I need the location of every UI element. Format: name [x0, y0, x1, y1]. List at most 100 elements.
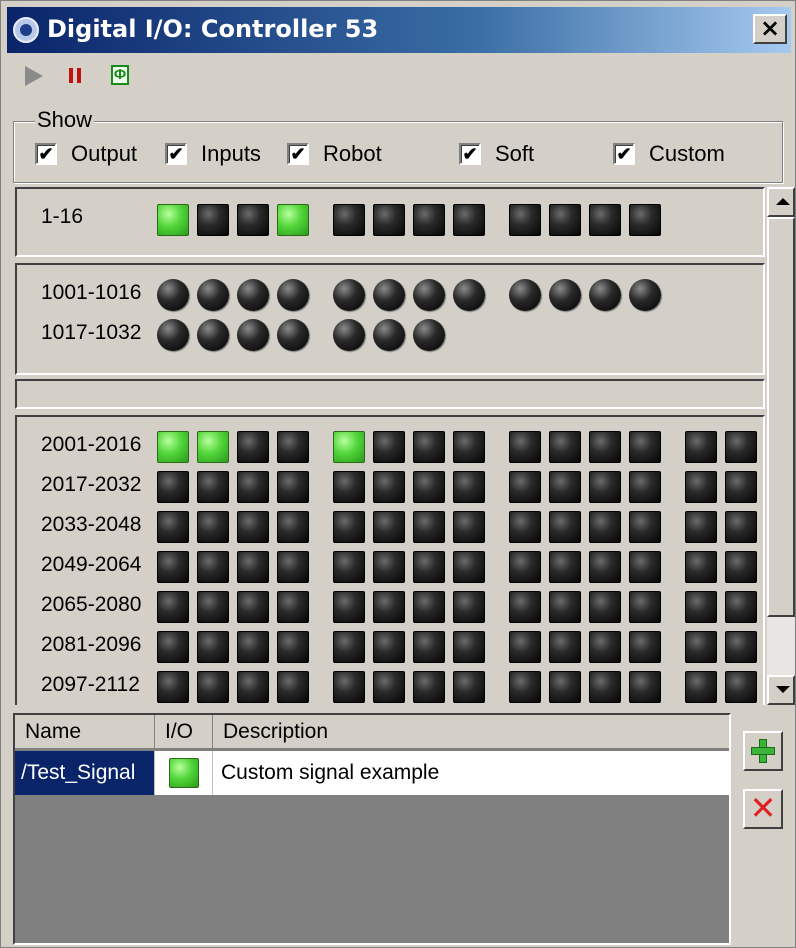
soft-led-off[interactable] — [589, 631, 621, 663]
checkbox-soft-box[interactable]: ✔ — [459, 143, 481, 165]
soft-led-off[interactable] — [453, 591, 485, 623]
soft-led-off[interactable] — [629, 471, 661, 503]
checkbox-robot-box[interactable]: ✔ — [287, 143, 309, 165]
soft-led-off[interactable] — [509, 591, 541, 623]
soft-led-off[interactable] — [685, 511, 717, 543]
soft-led-off[interactable] — [197, 591, 229, 623]
column-header-name[interactable]: Name — [15, 715, 155, 749]
soft-led-off[interactable] — [453, 511, 485, 543]
soft-led-off[interactable] — [373, 431, 405, 463]
soft-led-off[interactable] — [589, 431, 621, 463]
soft-led-off[interactable] — [237, 511, 269, 543]
soft-led-off[interactable] — [197, 551, 229, 583]
soft-led-off[interactable] — [549, 551, 581, 583]
output-led-off[interactable] — [413, 204, 445, 236]
checkbox-inputs-box[interactable]: ✔ — [165, 143, 187, 165]
output-led-on[interactable] — [277, 204, 309, 236]
signal-io-led[interactable] — [169, 758, 199, 788]
scroll-thumb[interactable] — [767, 217, 795, 617]
soft-led-off[interactable] — [237, 471, 269, 503]
soft-led-off[interactable] — [373, 511, 405, 543]
output-led-off[interactable] — [373, 204, 405, 236]
soft-led-off[interactable] — [509, 431, 541, 463]
soft-led-off[interactable] — [629, 631, 661, 663]
soft-led-on[interactable] — [157, 431, 189, 463]
soft-led-off[interactable] — [685, 671, 717, 703]
soft-led-off[interactable] — [197, 471, 229, 503]
signal-description-cell[interactable]: Custom signal example — [213, 751, 729, 795]
soft-led-off[interactable] — [277, 431, 309, 463]
soft-led-off[interactable] — [333, 511, 365, 543]
soft-led-off[interactable] — [157, 591, 189, 623]
soft-led-off[interactable] — [413, 551, 445, 583]
soft-led-off[interactable] — [725, 511, 757, 543]
soft-led-off[interactable] — [197, 671, 229, 703]
soft-led-off[interactable] — [157, 551, 189, 583]
soft-led-off[interactable] — [237, 631, 269, 663]
soft-led-off[interactable] — [549, 431, 581, 463]
play-button[interactable] — [19, 61, 49, 91]
soft-led-off[interactable] — [157, 631, 189, 663]
soft-led-off[interactable] — [333, 471, 365, 503]
soft-led-off[interactable] — [277, 631, 309, 663]
soft-led-off[interactable] — [237, 591, 269, 623]
soft-led-off[interactable] — [453, 431, 485, 463]
soft-led-off[interactable] — [589, 591, 621, 623]
output-led-off[interactable] — [549, 204, 581, 236]
soft-led-off[interactable] — [629, 591, 661, 623]
soft-led-off[interactable] — [453, 671, 485, 703]
soft-led-off[interactable] — [509, 551, 541, 583]
soft-led-off[interactable] — [373, 671, 405, 703]
soft-led-off[interactable] — [509, 511, 541, 543]
soft-led-off[interactable] — [373, 591, 405, 623]
soft-led-off[interactable] — [277, 471, 309, 503]
soft-led-off[interactable] — [725, 591, 757, 623]
soft-led-off[interactable] — [589, 471, 621, 503]
soft-led-off[interactable] — [237, 671, 269, 703]
soft-led-off[interactable] — [453, 471, 485, 503]
scroll-down-button[interactable] — [767, 675, 795, 705]
soft-led-off[interactable] — [157, 511, 189, 543]
soft-led-off[interactable] — [509, 471, 541, 503]
soft-led-off[interactable] — [197, 511, 229, 543]
soft-led-off[interactable] — [685, 631, 717, 663]
soft-led-off[interactable] — [197, 631, 229, 663]
soft-led-off[interactable] — [549, 591, 581, 623]
soft-led-off[interactable] — [453, 631, 485, 663]
soft-led-off[interactable] — [629, 671, 661, 703]
soft-led-off[interactable] — [413, 671, 445, 703]
add-signal-button[interactable] — [743, 731, 783, 771]
soft-led-off[interactable] — [685, 431, 717, 463]
soft-led-off[interactable] — [453, 551, 485, 583]
checkbox-output-box[interactable]: ✔ — [35, 143, 57, 165]
output-led-off[interactable] — [453, 204, 485, 236]
soft-led-off[interactable] — [589, 671, 621, 703]
output-led-off[interactable] — [197, 204, 229, 236]
soft-led-off[interactable] — [413, 591, 445, 623]
soft-led-off[interactable] — [685, 591, 717, 623]
column-header-io[interactable]: I/O — [155, 715, 213, 749]
soft-led-off[interactable] — [725, 671, 757, 703]
soft-led-off[interactable] — [237, 431, 269, 463]
soft-led-off[interactable] — [549, 631, 581, 663]
soft-led-off[interactable] — [333, 631, 365, 663]
pause-button[interactable] — [59, 61, 89, 91]
soft-led-off[interactable] — [373, 471, 405, 503]
output-led-on[interactable] — [157, 204, 189, 236]
soft-led-off[interactable] — [413, 631, 445, 663]
soft-led-off[interactable] — [333, 591, 365, 623]
signal-io-cell[interactable] — [155, 751, 213, 795]
soft-led-off[interactable] — [725, 631, 757, 663]
soft-led-off[interactable] — [333, 671, 365, 703]
soft-led-off[interactable] — [589, 511, 621, 543]
soft-led-off[interactable] — [685, 471, 717, 503]
soft-led-off[interactable] — [237, 551, 269, 583]
soft-led-off[interactable] — [373, 631, 405, 663]
soft-led-off[interactable] — [333, 551, 365, 583]
delete-signal-button[interactable]: ✕ — [743, 789, 783, 829]
soft-led-off[interactable] — [549, 511, 581, 543]
soft-led-off[interactable] — [277, 591, 309, 623]
soft-led-off[interactable] — [413, 511, 445, 543]
soft-led-on[interactable] — [197, 431, 229, 463]
soft-led-off[interactable] — [509, 671, 541, 703]
